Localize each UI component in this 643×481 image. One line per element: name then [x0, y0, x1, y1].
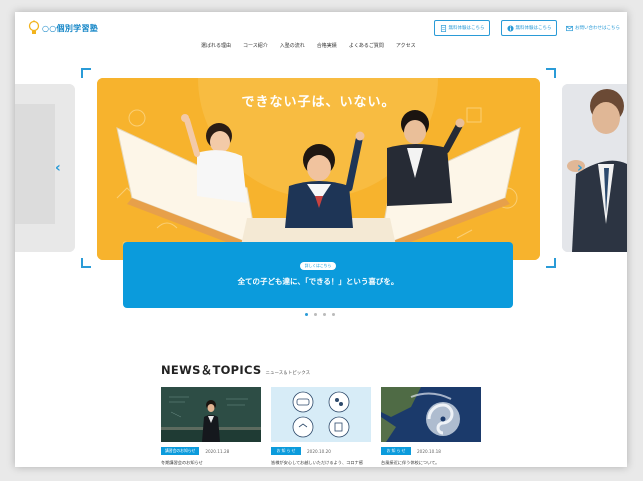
lightbulb-icon [28, 20, 40, 34]
contact-link-label: お問い合わせはこちら [575, 26, 620, 31]
slider-dot[interactable] [305, 313, 308, 316]
nav-item-results[interactable]: 合格実績 [311, 42, 343, 49]
news-subtitle: ニュース＆トピックス [265, 371, 311, 376]
nav-item-faq[interactable]: よくあるご質問 [343, 42, 390, 49]
browser-page: ○○個別学習塾 無料体験はこちら 無料体験はこちら お問い合わせはこちら 選ばれ… [15, 12, 627, 467]
news-category-badge: お 知 ら せ [381, 447, 411, 455]
news-thumbnail [161, 387, 261, 442]
news-thumbnail [381, 387, 481, 442]
news-title-link[interactable]: 台風接近に伴う休校について。 [381, 460, 481, 466]
next-slide-preview[interactable] [562, 84, 627, 252]
site-logo[interactable]: ○○個別学習塾 [28, 20, 98, 36]
previous-slide-preview[interactable] [15, 84, 75, 252]
nav-item-courses[interactable]: コース紹介 [237, 42, 274, 49]
mail-icon [566, 25, 573, 31]
news-category-badge: 講習会のお知らせ [161, 447, 200, 455]
hero-caption-box: 詳しくはこちら 全ての子ども達に、「できる！」という喜びを。 [123, 242, 513, 308]
hero-caption-text: 全ての子ども達に、「できる！」という喜びを。 [237, 277, 399, 286]
slider-pagination [305, 313, 335, 316]
slider-next-arrow-icon[interactable]: › [577, 160, 583, 176]
news-thumbnail [271, 387, 371, 442]
info-icon [506, 24, 514, 32]
contact-link[interactable]: お問い合わせはこちら [566, 20, 620, 36]
consult-button[interactable]: 無料体験はこちら [501, 20, 557, 36]
details-button[interactable]: 詳しくはこちら [300, 262, 336, 270]
trial-button-label: 無料体験はこちら [448, 26, 485, 31]
nav-item-enrollment-flow[interactable]: 入塾の流れ [274, 42, 311, 49]
frame-corner-top-right [546, 68, 556, 78]
slider-dot[interactable] [332, 313, 335, 316]
slider-dot[interactable] [323, 313, 326, 316]
trial-button[interactable]: 無料体験はこちら [434, 20, 490, 36]
frame-corner-bottom-left [81, 258, 91, 268]
frame-corner-top-left [81, 68, 91, 78]
news-date: 2020.10.18 [417, 448, 441, 454]
news-card[interactable]: 講習会のお知らせ 2020.11.28 冬期講習会のお知らせ [161, 387, 261, 466]
slider-prev-arrow-icon[interactable]: ‹ [55, 160, 61, 176]
consult-button-label: 無料体験はこちら [515, 26, 552, 31]
news-card[interactable]: お 知 ら せ 2020.10.20 皆様が安心してお越しいただけるよう、コロナ… [271, 387, 371, 466]
news-title-link[interactable]: 皆様が安心してお越しいただけるよう、コロナ感 [271, 460, 371, 466]
hero-slide[interactable]: 6 3 [97, 78, 540, 260]
news-date: 2020.11.28 [205, 448, 230, 454]
nav-item-access[interactable]: アクセス [390, 42, 422, 49]
nav-item-reasons[interactable]: 選ばれる理由 [195, 42, 237, 49]
news-title: NEWS＆TOPICS [161, 363, 262, 377]
news-date: 2020.10.20 [307, 448, 331, 454]
slider-dot[interactable] [314, 313, 317, 316]
news-title-link[interactable]: 冬期講習会のお知らせ [161, 460, 261, 466]
document-icon [440, 24, 446, 32]
global-nav: 選ばれる理由 コース紹介 入塾の流れ 合格実績 よくあるご質問 アクセス [195, 42, 422, 49]
hero-headline: できない子は、いない。 [241, 95, 396, 110]
news-section-header: NEWS＆TOPICS ニュース＆トピックス [161, 362, 310, 378]
news-category-badge: お 知 ら せ [271, 447, 301, 455]
logo-text: ○○個別学習塾 [42, 23, 99, 33]
news-card[interactable]: お 知 ら せ 2020.10.18 台風接近に伴う休校について。 [381, 387, 481, 466]
frame-corner-bottom-right [546, 258, 556, 268]
